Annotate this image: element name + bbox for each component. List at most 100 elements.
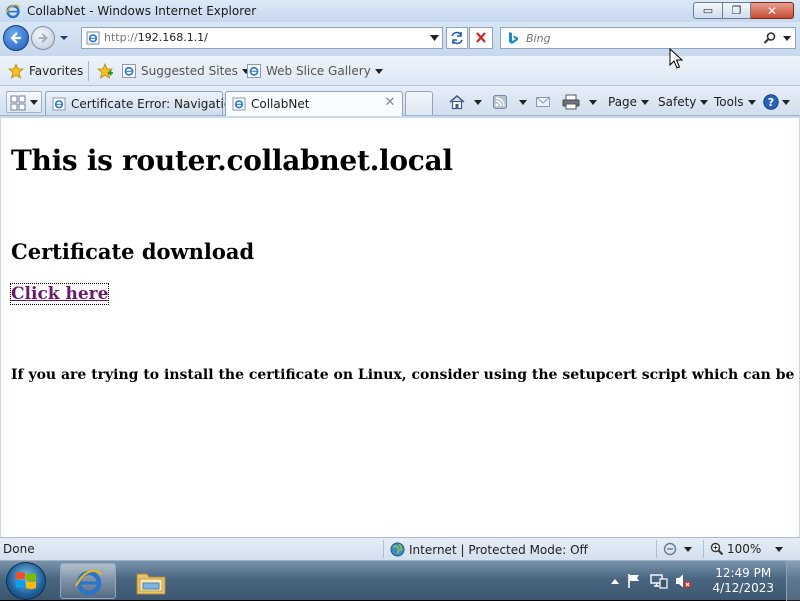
suggested-sites-label: Suggested Sites [141, 64, 238, 78]
tab-ie-page-icon [232, 97, 246, 111]
show-hidden-icons-icon[interactable] [610, 577, 620, 585]
page-content: This is router.collabnet.local Certifica… [1, 118, 800, 537]
add-to-favorites-bar-button[interactable] [96, 62, 114, 80]
tab-collabnet[interactable]: CollabNet ✕ [225, 91, 403, 116]
rss-feed-icon [493, 95, 507, 109]
tab-list-dropdown-icon[interactable] [30, 100, 38, 105]
quick-tabs-grid-icon [10, 95, 26, 111]
new-tab-button[interactable] [405, 91, 433, 115]
status-divider [703, 540, 704, 558]
security-zone[interactable]: Internet | Protected Mode: Off [390, 542, 588, 557]
internet-zone-globe-icon [390, 542, 405, 557]
read-mail-button[interactable] [536, 92, 550, 112]
search-input[interactable] [526, 30, 746, 46]
help-button[interactable]: ? [763, 92, 790, 112]
volume-muted-icon[interactable] [674, 573, 692, 589]
minimize-icon: ▭ [702, 4, 714, 17]
tools-menu-dropdown-icon [747, 99, 756, 105]
protected-mode-button[interactable] [663, 542, 692, 556]
search-box[interactable] [500, 27, 796, 49]
browser-window: CollabNet - Windows Internet Explorer ▭ … [0, 0, 800, 560]
address-host: 192.168.1.1/ [137, 31, 208, 44]
clock[interactable]: 12:49 PM 4/12/2023 [712, 566, 774, 596]
status-text: Done [3, 542, 35, 556]
feeds-button[interactable] [493, 92, 527, 112]
tab-ie-page-icon [52, 97, 66, 110]
status-bar: Done Internet | Protected Mode: Off 100% [0, 537, 800, 560]
favorites-button[interactable]: Favorites [8, 62, 83, 80]
start-button[interactable] [6, 562, 46, 600]
page-heading: This is router.collabnet.local [11, 144, 453, 177]
page-menu-dropdown-icon [641, 99, 650, 105]
address-bar[interactable]: http://192.168.1.1/ [81, 27, 443, 49]
page-menu-label: Page [608, 95, 638, 109]
safety-menu-label: Safety [658, 95, 697, 109]
address-scheme: http:// [104, 31, 138, 44]
help-dropdown-icon[interactable] [782, 99, 790, 105]
ie-logo-icon [5, 4, 21, 19]
page-menu[interactable]: Page [608, 92, 650, 112]
mail-icon [536, 97, 550, 107]
folder-icon [136, 573, 166, 595]
show-desktop-button[interactable] [786, 561, 800, 601]
zoom-dropdown-icon[interactable] [775, 546, 784, 552]
address-url[interactable]: http://192.168.1.1/ [104, 31, 208, 44]
clock-date: 4/12/2023 [712, 581, 774, 595]
print-button[interactable] [562, 92, 597, 112]
tab-label: CollabNet [251, 97, 310, 111]
safety-menu[interactable]: Safety [658, 92, 709, 112]
tab-label: Certificate Error: Navigatio... [71, 96, 243, 111]
svg-text:?: ? [768, 96, 774, 109]
print-dropdown-icon[interactable] [589, 99, 597, 105]
action-center-flag-icon[interactable] [626, 573, 642, 589]
security-zone-label: Internet | Protected Mode: Off [409, 542, 588, 557]
title-bar: CollabNet - Windows Internet Explorer ▭ … [0, 0, 800, 22]
status-divider [383, 540, 384, 558]
zoom-magnifier-icon [710, 542, 724, 556]
close-icon: ✕ [766, 3, 778, 18]
search-icon[interactable] [763, 31, 777, 45]
zoom-level-label: 100% [727, 542, 762, 556]
system-tray: 12:49 PM 4/12/2023 [610, 561, 800, 601]
minimize-button[interactable]: ▭ [693, 2, 723, 19]
window-title: CollabNet - Windows Internet Explorer [27, 4, 257, 18]
home-icon [449, 94, 465, 110]
web-slice-gallery-dropdown-icon[interactable] [374, 68, 383, 74]
add-favorite-star-icon [96, 63, 114, 79]
search-dropdown-icon[interactable] [783, 36, 791, 41]
safety-menu-dropdown-icon [700, 99, 709, 105]
taskbar-internet-explorer[interactable] [60, 563, 116, 599]
tab-certificate-error[interactable]: Certificate Error: Navigatio... [45, 91, 242, 115]
maximize-button[interactable]: ❐ [723, 2, 751, 19]
feeds-dropdown-icon[interactable] [519, 99, 527, 105]
stop-x-icon [476, 32, 486, 43]
home-button[interactable] [448, 92, 482, 112]
web-slice-page-icon [247, 64, 261, 78]
clock-time: 12:49 PM [715, 566, 772, 580]
protected-mode-icon [663, 542, 677, 556]
compatibility-view-button[interactable] [446, 27, 468, 49]
back-arrow-icon [10, 32, 21, 44]
tools-menu[interactable]: Tools [714, 92, 756, 112]
protected-mode-dropdown-icon[interactable] [684, 546, 692, 552]
suggested-sites-link[interactable]: Suggested Sites [121, 62, 250, 80]
certificate-download-link[interactable]: Click here [9, 283, 110, 305]
page-icon [86, 31, 100, 45]
recent-pages-dropdown-icon[interactable] [59, 33, 69, 43]
tab-close-icon[interactable]: ✕ [384, 96, 396, 109]
compatibility-view-icon [451, 31, 463, 45]
linux-install-note: If you are trying to install the certifi… [11, 367, 800, 383]
address-dropdown-icon[interactable] [430, 35, 439, 41]
taskbar-windows-explorer[interactable] [122, 563, 178, 599]
stop-button[interactable] [469, 27, 493, 49]
close-button[interactable]: ✕ [751, 2, 794, 19]
forward-button[interactable] [31, 26, 55, 50]
home-dropdown-icon[interactable] [474, 99, 482, 105]
favorites-label: Favorites [29, 64, 84, 78]
back-button[interactable] [3, 25, 29, 51]
quick-tabs-button[interactable] [6, 91, 42, 113]
zoom-level-button[interactable]: 100% [710, 542, 784, 556]
web-slice-gallery-link[interactable]: Web Slice Gallery [246, 62, 383, 80]
forward-arrow-icon [38, 33, 48, 43]
network-icon[interactable] [650, 573, 668, 589]
